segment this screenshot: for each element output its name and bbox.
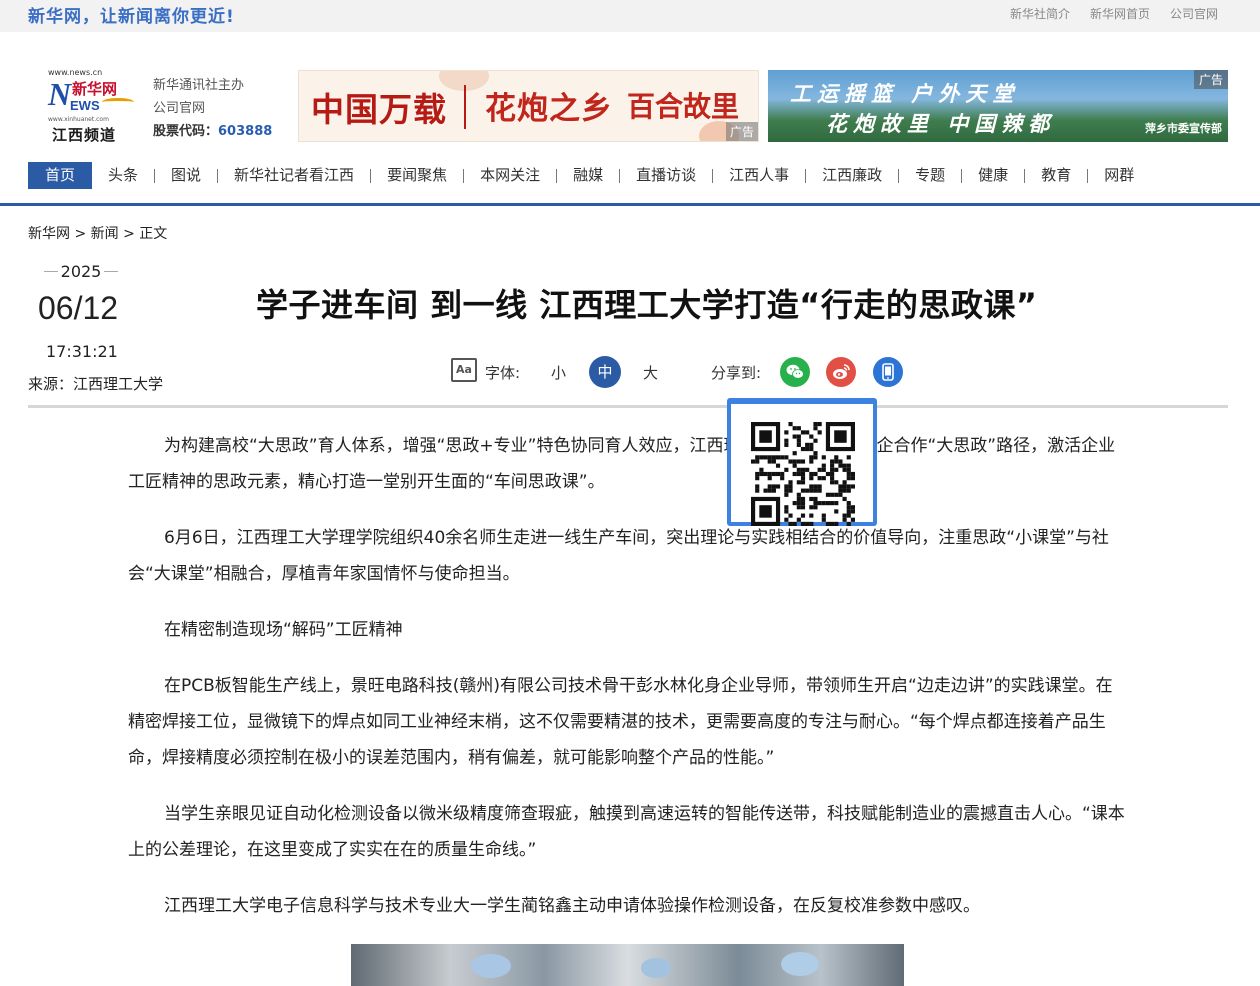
nav-underline: [0, 203, 1260, 206]
article-body: 为构建高校“大思政”育人体系，增强“思政+专业”特色协同育人效应，江西理工大学积…: [128, 428, 1128, 944]
breadcrumb: 新华网 > 新闻 > 正文: [28, 223, 167, 243]
nav-item-personnel[interactable]: 江西人事: [713, 162, 805, 189]
ad-tag: 广告: [725, 122, 758, 141]
font-size-small-button[interactable]: 小: [551, 362, 566, 383]
article-source: 来源：江西理工大学: [28, 375, 164, 393]
photo-detail: [471, 954, 511, 978]
font-size-icon: Aa: [451, 358, 477, 382]
breadcrumb-current: 正文: [139, 226, 168, 242]
article-photo: [351, 944, 904, 986]
breadcrumb-news[interactable]: 新闻: [91, 226, 119, 242]
qr-popup: [727, 398, 877, 526]
photo-detail: [781, 952, 819, 976]
article-subheading: 在精密制造现场“解码”工匠精神: [164, 620, 403, 640]
main-nav: 首页 头条 图说 新华社记者看江西 要闻聚焦 本网关注 融媒 直播访谈 江西人事…: [28, 162, 1228, 189]
nav-item-topics[interactable]: 专题: [899, 162, 961, 189]
ad-banner-wanzai[interactable]: 中国万载 花炮之乡 百合故里 广告: [298, 70, 759, 142]
article-paragraph: 6月6日，江西理工大学理学院组织40余名师生走进一线生产车间，突出理论与实践相结…: [128, 528, 1109, 584]
stock-label: 股票代码：: [153, 124, 219, 139]
breadcrumb-sep: >: [70, 226, 91, 242]
nav-item-health[interactable]: 健康: [962, 162, 1024, 189]
nav-item-reporters[interactable]: 新华社记者看江西: [218, 162, 370, 189]
article-title: 学子进车间 到一线 江西理工大学打造“行走的思政课”: [256, 286, 1038, 324]
top-bar: 新华网，让新闻离你更近! 新华社简介 新华网首页 公司官网: [0, 0, 1260, 32]
nav-item-focus[interactable]: 要闻聚焦: [371, 162, 463, 189]
mobile-icon: [882, 363, 894, 381]
ad1-part1: 中国万载: [311, 90, 447, 129]
nav-item-home[interactable]: 首页: [28, 162, 93, 189]
nav-item-pictures[interactable]: 图说: [155, 162, 217, 189]
nav-item-headlines[interactable]: 头条: [92, 162, 154, 189]
article-date: 06/12: [38, 290, 119, 326]
share-mobile-button[interactable]: [873, 357, 903, 387]
nav-item-live[interactable]: 直播访谈: [620, 162, 712, 189]
logo-ews: EWS: [70, 98, 100, 113]
article-year: 2025: [44, 262, 118, 281]
wechat-icon: [786, 364, 804, 379]
qr-code-icon: [751, 422, 855, 526]
header-divider: [28, 405, 1228, 408]
weibo-icon: [833, 364, 850, 379]
breadcrumb-sep: >: [118, 226, 140, 242]
ad2-org: 萍乡市委宣传部: [1145, 122, 1222, 135]
article-time: 17:31:21: [46, 342, 118, 361]
ad2-line1: 工运摇篮 户外天堂: [790, 81, 1020, 106]
host-info: 新华通讯社主办 公司官网 股票代码：603888: [153, 74, 272, 143]
logo-swoosh: [102, 98, 134, 106]
share-label: 分享到:: [711, 364, 762, 382]
nav-item-attention[interactable]: 本网关注: [464, 162, 556, 189]
stock-info: 股票代码：603888: [153, 120, 272, 143]
stock-code: 603888: [218, 124, 273, 139]
photo-detail: [641, 958, 671, 978]
ad1-divider: [464, 85, 466, 129]
logo-brand: 新华网: [72, 80, 118, 98]
font-label: 字体:: [485, 364, 521, 382]
article-paragraph: 为构建高校“大思政”育人体系，增强“思政+专业”特色协同育人效应，江西理工大学积…: [128, 436, 1116, 492]
site-slogan: 新华网，让新闻离你更近!: [28, 7, 235, 27]
font-size-medium-button[interactable]: 中: [589, 356, 621, 388]
link-xinhua-home[interactable]: 新华网首页: [1090, 5, 1150, 22]
host-line2[interactable]: 公司官网: [153, 97, 272, 120]
top-links: 新华社简介 新华网首页 公司官网: [1010, 5, 1218, 22]
share-weibo-button[interactable]: [826, 357, 856, 387]
nav-item-media[interactable]: 融媒: [557, 162, 619, 189]
logo-n: N: [48, 76, 72, 112]
logo-channel: 江西频道: [52, 126, 117, 144]
nav-item-network[interactable]: 网群: [1088, 162, 1150, 189]
ad1-part2: 花炮之乡: [485, 91, 613, 127]
share-wechat-button[interactable]: [780, 357, 810, 387]
ad1-part3: 百合故里: [627, 90, 740, 123]
article-paragraph: 在PCB板智能生产线上，景旺电路科技(赣州)有限公司技术骨干彭水林化身企业导师，…: [128, 676, 1113, 768]
breadcrumb-home[interactable]: 新华网: [28, 226, 70, 242]
ad2-line2: 花炮故里 中国辣都: [826, 111, 1056, 136]
link-xinhua-intro[interactable]: 新华社简介: [1010, 5, 1070, 22]
site-logo[interactable]: www.news.cn N 新华网 EWS www.xinhuanet.com …: [48, 68, 134, 144]
nav-item-integrity[interactable]: 江西廉政: [806, 162, 898, 189]
article-paragraph: 江西理工大学电子信息科学与技术专业大一学生蔺铭鑫主动申请体验操作检测设备，在反复…: [164, 896, 980, 916]
font-size-large-button[interactable]: 大: [643, 362, 658, 383]
ad-tag: 广告: [1193, 70, 1228, 89]
host-line1: 新华通讯社主办: [153, 78, 245, 93]
nav-item-education[interactable]: 教育: [1025, 162, 1087, 189]
logo-url: www.xinhuanet.com: [48, 116, 109, 123]
article-paragraph: 当学生亲眼见证自动化检测设备以微米级精度筛查瑕疵，触摸到高速运转的智能传送带，科…: [128, 804, 1125, 860]
ad-banner-pingxiang[interactable]: 工运摇篮 户外天堂 花炮故里 中国辣都 萍乡市委宣传部 广告: [768, 70, 1228, 142]
link-company-site[interactable]: 公司官网: [1170, 5, 1218, 22]
